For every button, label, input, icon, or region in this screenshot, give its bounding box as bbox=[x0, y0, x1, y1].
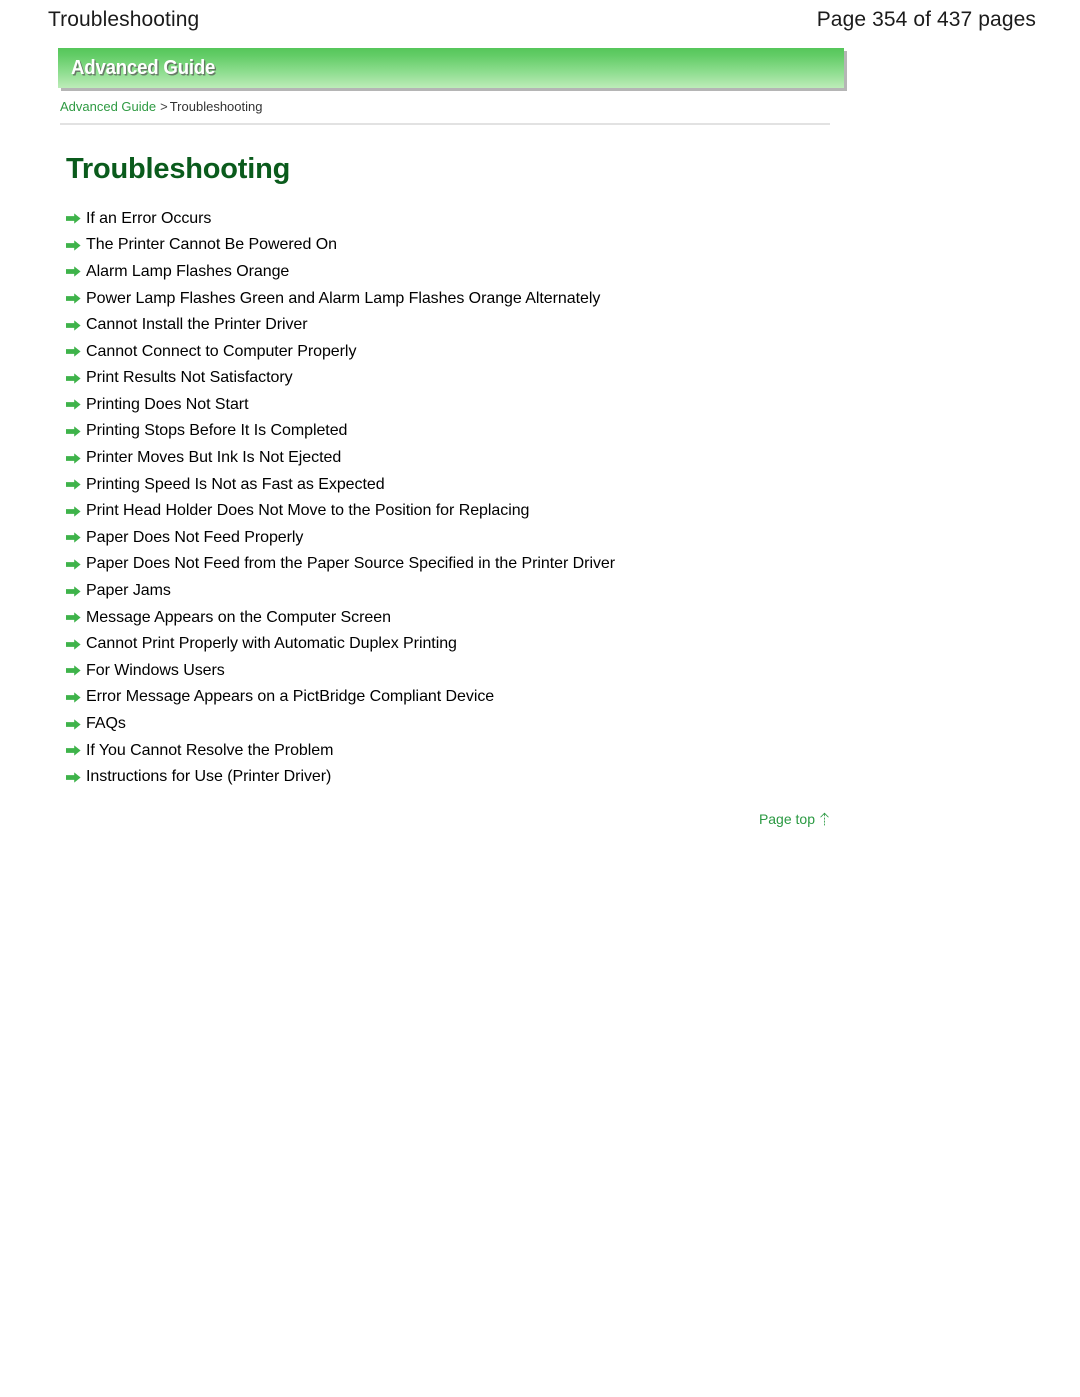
list-item[interactable]: Print Head Holder Does Not Move to the P… bbox=[66, 498, 1080, 525]
list-item-link[interactable]: Cannot Install the Printer Driver bbox=[86, 315, 308, 335]
page-top-row: Page top bbox=[0, 811, 830, 827]
list-item[interactable]: Cannot Print Properly with Automatic Dup… bbox=[66, 631, 1080, 658]
arrow-right-icon bbox=[66, 293, 81, 304]
list-item[interactable]: Printer Moves But Ink Is Not Ejected bbox=[66, 445, 1080, 472]
list-item[interactable]: Cannot Install the Printer Driver bbox=[66, 312, 1080, 339]
arrow-right-icon bbox=[66, 585, 81, 597]
page-top-link[interactable]: Page top bbox=[759, 811, 830, 827]
list-item-link[interactable]: Cannot Print Properly with Automatic Dup… bbox=[86, 634, 457, 654]
list-item-link[interactable]: Message Appears on the Computer Screen bbox=[86, 608, 391, 628]
list-item-link[interactable]: Error Message Appears on a PictBridge Co… bbox=[86, 687, 494, 707]
list-item-link[interactable]: FAQs bbox=[86, 714, 126, 734]
breadcrumb-link-advanced-guide[interactable]: Advanced Guide bbox=[60, 99, 156, 114]
list-item-link[interactable]: For Windows Users bbox=[86, 661, 225, 681]
arrow-right-icon bbox=[66, 452, 81, 464]
arrow-right-icon bbox=[66, 718, 81, 730]
arrow-right-icon bbox=[66, 665, 81, 676]
list-item[interactable]: If an Error Occurs bbox=[66, 205, 1080, 232]
document-body: Advanced Guide Advanced Guide > Troublesho… bbox=[0, 48, 1080, 827]
list-item-link[interactable]: The Printer Cannot Be Powered On bbox=[86, 235, 337, 255]
list-item[interactable]: FAQs bbox=[66, 711, 1080, 738]
page-top-label: Page top bbox=[758, 811, 815, 828]
list-item-link[interactable]: Cannot Connect to Computer Properly bbox=[86, 342, 356, 362]
list-item-link[interactable]: Power Lamp Flashes Green and Alarm Lamp … bbox=[86, 289, 600, 309]
arrow-right-icon bbox=[66, 479, 81, 490]
arrow-right-icon bbox=[66, 399, 81, 410]
arrow-right-icon bbox=[66, 373, 81, 384]
list-item[interactable]: Printing Speed Is Not as Fast as Expecte… bbox=[66, 471, 1080, 498]
list-item-link[interactable]: Paper Does Not Feed from the Paper Sourc… bbox=[86, 554, 615, 574]
list-item-link[interactable]: Alarm Lamp Flashes Orange bbox=[86, 262, 289, 282]
header-divider bbox=[60, 123, 830, 125]
advanced-guide-banner-label: Advanced Guide bbox=[71, 56, 216, 79]
list-item-link[interactable]: Print Results Not Satisfactory bbox=[86, 368, 293, 388]
arrow-right-icon bbox=[66, 559, 81, 570]
list-item[interactable]: Print Results Not Satisfactory bbox=[66, 365, 1080, 392]
breadcrumb: Advanced Guide > Troubleshooting bbox=[60, 99, 1080, 115]
list-item-link[interactable]: Printer Moves But Ink Is Not Ejected bbox=[86, 448, 341, 468]
list-item-link[interactable]: Printing Does Not Start bbox=[86, 395, 249, 415]
list-item[interactable]: Instructions for Use (Printer Driver) bbox=[66, 764, 1080, 791]
list-item-link[interactable]: Printing Speed Is Not as Fast as Expecte… bbox=[86, 475, 385, 495]
list-item[interactable]: Printing Stops Before It Is Completed bbox=[66, 418, 1080, 445]
page-number-indicator: Page 354 of 437 pages bbox=[816, 8, 1036, 31]
arrow-right-icon bbox=[66, 692, 81, 703]
list-item[interactable]: Paper Jams bbox=[66, 578, 1080, 605]
breadcrumb-separator: > bbox=[160, 99, 168, 114]
arrow-right-icon bbox=[66, 319, 81, 331]
list-item-link[interactable]: Print Head Holder Does Not Move to the P… bbox=[86, 501, 529, 521]
print-page-header: Troubleshooting Page 354 of 437 pages bbox=[0, 0, 1080, 40]
list-item[interactable]: Printing Does Not Start bbox=[66, 392, 1080, 419]
list-item-link[interactable]: If You Cannot Resolve the Problem bbox=[86, 741, 333, 761]
arrow-right-icon bbox=[66, 266, 81, 278]
list-item[interactable]: Message Appears on the Computer Screen bbox=[66, 604, 1080, 631]
list-item[interactable]: Cannot Connect to Computer Properly bbox=[66, 338, 1080, 365]
arrow-right-icon bbox=[66, 346, 81, 357]
arrow-right-icon bbox=[66, 772, 81, 783]
arrow-right-icon bbox=[66, 612, 81, 623]
list-item[interactable]: Paper Does Not Feed from the Paper Sourc… bbox=[66, 551, 1080, 578]
list-item[interactable]: The Printer Cannot Be Powered On bbox=[66, 232, 1080, 259]
arrow-up-icon bbox=[819, 812, 830, 826]
list-item[interactable]: Alarm Lamp Flashes Orange bbox=[66, 259, 1080, 286]
list-item[interactable]: Error Message Appears on a PictBridge Co… bbox=[66, 684, 1080, 711]
page-header-title: Troubleshooting bbox=[48, 8, 200, 31]
arrow-right-icon bbox=[66, 506, 81, 517]
arrow-right-icon bbox=[66, 639, 81, 650]
arrow-right-icon bbox=[66, 745, 81, 756]
list-item[interactable]: Power Lamp Flashes Green and Alarm Lamp … bbox=[66, 285, 1080, 312]
breadcrumb-current-page: Troubleshooting bbox=[169, 99, 263, 114]
list-item-link[interactable]: Printing Stops Before It Is Completed bbox=[86, 421, 347, 441]
arrow-right-icon bbox=[66, 426, 81, 437]
troubleshooting-link-list: If an Error Occurs The Printer Cannot Be … bbox=[66, 205, 1080, 790]
arrow-right-icon bbox=[66, 213, 81, 224]
list-item-link[interactable]: Paper Does Not Feed Properly bbox=[86, 528, 303, 548]
arrow-right-icon bbox=[66, 240, 81, 251]
list-item[interactable]: If You Cannot Resolve the Problem bbox=[66, 737, 1080, 764]
list-item-link[interactable]: Paper Jams bbox=[86, 581, 171, 601]
page-title: Troubleshooting bbox=[66, 153, 291, 185]
list-item-link[interactable]: If an Error Occurs bbox=[86, 209, 211, 229]
list-item-link[interactable]: Instructions for Use (Printer Driver) bbox=[86, 767, 331, 787]
advanced-guide-banner: Advanced Guide bbox=[58, 48, 844, 88]
list-item[interactable]: For Windows Users bbox=[66, 658, 1080, 685]
list-item[interactable]: Paper Does Not Feed Properly bbox=[66, 525, 1080, 552]
arrow-right-icon bbox=[66, 532, 81, 543]
